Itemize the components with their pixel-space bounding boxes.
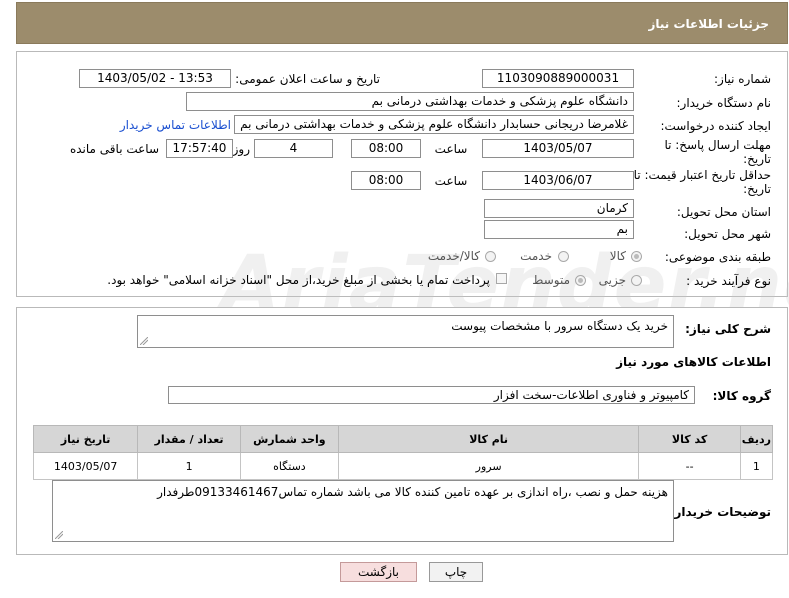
col-date: تاریخ نیاز [32, 425, 139, 453]
announce-label: تاریخ و ساعت اعلان عمومی: [235, 72, 380, 86]
goods-group-label: گروه کالا: [712, 389, 771, 403]
buyer-label: نام دستگاه خریدار: [676, 96, 772, 110]
resize-grip-icon[interactable] [140, 337, 148, 345]
days-field: 4 [254, 139, 333, 158]
process-radio-minor[interactable] [631, 275, 642, 286]
col-row: ردیف [739, 425, 774, 453]
goods-table-header: ردیف کد کالا نام کالا واحد شمارش تعداد /… [32, 425, 774, 453]
remaining-time-field: 17:57:40 [166, 139, 233, 158]
page-title: جزئیات اطلاعات نیاز [648, 17, 769, 31]
validity-label: حداقل تاریخ اعتبار قیمت: تا [633, 168, 771, 182]
city-label: شهر محل تحویل: [684, 227, 771, 241]
cell-unit: دستگاه [239, 452, 339, 480]
creator-label: ایجاد کننده درخواست: [660, 119, 771, 133]
category-option-goods: کالا [609, 249, 626, 263]
page-header: جزئیات اطلاعات نیاز [16, 2, 788, 44]
announce-datetime-field: 1403/05/02 - 13:53 [79, 69, 231, 88]
col-code: کد کالا [638, 425, 741, 453]
cell-date: 1403/05/07 [32, 452, 139, 480]
buyer-notes-label: توضیحات خریدار: [669, 505, 771, 519]
buyer-notes-text: هزینه حمل و نصب ،راه اندازی بر عهده تامی… [157, 485, 668, 499]
category-radio-goods-service[interactable] [485, 251, 496, 262]
description-field: خرید یک دستگاه سرور با مشخصات پیوست [137, 315, 674, 348]
cell-name: سرور [337, 452, 640, 480]
cell-code: -- [638, 452, 741, 480]
province-label: استان محل تحویل: [676, 205, 771, 219]
reply-date-field: 1403/05/07 [482, 139, 634, 158]
city-field: بم [484, 220, 634, 239]
buyer-field: دانشگاه علوم پزشکی و خدمات بهداشتی درمان… [186, 92, 634, 111]
col-qty: تعداد / مقدار [137, 425, 241, 453]
goods-info-title: اطلاعات کالاهای مورد نیاز [616, 355, 771, 369]
buyer-contact-link[interactable]: اطلاعات تماس خریدار [120, 118, 231, 132]
need-number-label: شماره نیاز: [714, 72, 771, 86]
process-radio-medium[interactable] [575, 275, 586, 286]
reply-deadline-date-label: تاریخ: [743, 152, 771, 166]
buyer-notes-field: هزینه حمل و نصب ،راه اندازی بر عهده تامی… [52, 480, 674, 542]
creator-field: غلامرضا دریجانی حسابدار دانشگاه علوم پزش… [234, 115, 634, 134]
validity-date-field: 1403/06/07 [482, 171, 634, 190]
category-radio-service[interactable] [558, 251, 569, 262]
category-option-goods-service: کالا/خدمت [427, 249, 480, 263]
col-name: نام کالا [337, 425, 640, 453]
resize-grip-icon[interactable] [55, 531, 63, 539]
cell-qty: 1 [137, 452, 241, 480]
validity-time-label: ساعت [434, 174, 468, 188]
print-button[interactable]: چاپ [429, 562, 483, 582]
description-text: خرید یک دستگاه سرور با مشخصات پیوست [451, 319, 668, 333]
reply-time-field: 08:00 [351, 139, 421, 158]
cell-row: 1 [739, 452, 774, 480]
payment-note: پرداخت تمام یا بخشی از مبلغ خرید،از محل … [107, 273, 490, 287]
process-label: نوع فرآیند خرید : [686, 274, 771, 288]
goods-group-field: کامپیوتر و فناوری اطلاعات-سخت افزار [168, 386, 695, 404]
table-row: 1 -- سرور دستگاه 1 1403/05/07 [32, 452, 774, 480]
validity-date-label: تاریخ: [743, 182, 771, 196]
remaining-time-label: ساعت باقی مانده [69, 142, 159, 156]
goods-table: ردیف کد کالا نام کالا واحد شمارش تعداد /… [32, 425, 774, 480]
back-button[interactable]: بازگشت [340, 562, 417, 582]
reply-time-label: ساعت [434, 142, 468, 156]
process-option-minor: جزیی [598, 273, 626, 287]
need-number-field: 1103090889000031 [482, 69, 634, 88]
process-option-medium: متوسط [532, 273, 570, 287]
category-option-service: خدمت [520, 249, 552, 263]
validity-time-field: 08:00 [351, 171, 421, 190]
description-label: شرح کلی نیاز: [685, 322, 771, 336]
province-field: کرمان [484, 199, 634, 218]
category-label: طبقه بندی موضوعی: [664, 250, 771, 264]
category-radio-goods[interactable] [631, 251, 642, 262]
reply-deadline-label: مهلت ارسال پاسخ: تا [664, 138, 771, 152]
col-unit: واحد شمارش [239, 425, 339, 453]
treasury-checkbox[interactable] [496, 273, 507, 284]
